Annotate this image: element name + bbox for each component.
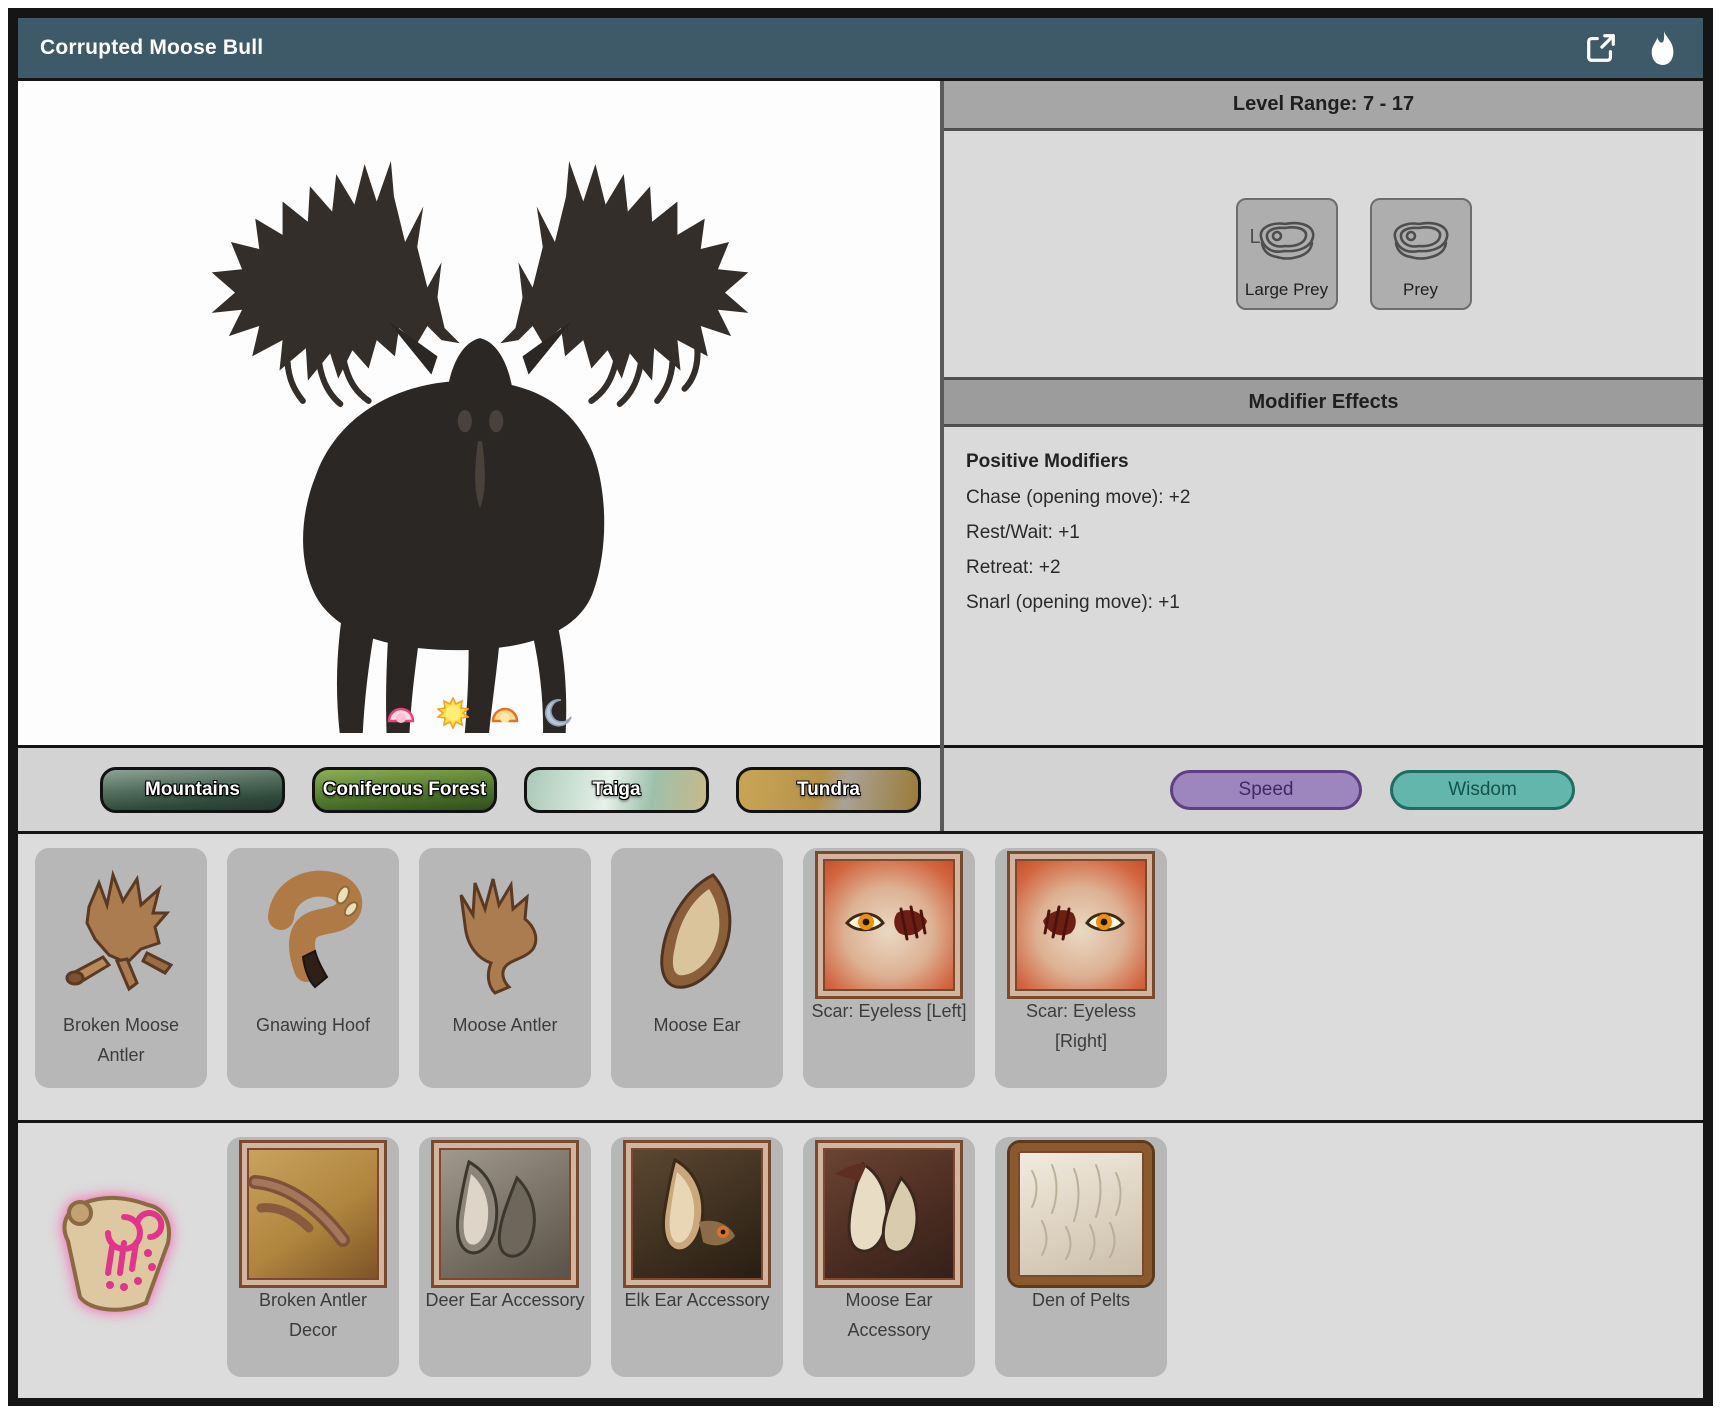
craft-label: Den of Pelts [1026,1285,1136,1315]
gnawing-hoof-icon [243,852,383,1010]
modifier-line: Retreat: +2 [966,557,1681,579]
biome-button-mountains[interactable]: Mountains [100,767,285,813]
prey-button[interactable]: Prey [1370,198,1472,310]
drops-row: Broken Moose Antler Gnawing Hoof Moose A… [18,834,1703,1120]
drop-label: Gnawing Hoof [250,1010,376,1040]
level-range-header: Level Range: 7 - 17 [944,81,1703,131]
biome-button-taiga[interactable]: Taiga [524,767,709,813]
large-prey-button[interactable]: L Large Prey [1236,198,1338,310]
modifier-line: Chase (opening move): +2 [966,487,1681,509]
drop-label: Scar: Eyeless [Right] [995,996,1167,1056]
sunset-icon [489,697,521,729]
craft-label: Elk Ear Accessory [618,1285,775,1315]
drop-card-broken-moose-antler[interactable]: Broken Moose Antler [35,848,207,1088]
drop-card-moose-ear[interactable]: Moose Ear [611,848,783,1088]
drop-label: Moose Antler [446,1010,563,1040]
drop-card-scar-eyeless-right[interactable]: Scar: Eyeless [Right] [995,848,1167,1088]
drop-label: Moose Ear [647,1010,746,1040]
scar-eyeless-left-image [818,854,960,996]
page-title: Corrupted Moose Bull [40,36,263,60]
prey-size-area: L Large Prey [944,131,1703,377]
craft-card-deer-ear-accessory[interactable]: Deer Ear Accessory [419,1137,591,1377]
craft-label: Moose Ear Accessory [803,1285,975,1345]
craft-card-den-of-pelts[interactable]: Den of Pelts [995,1137,1167,1377]
moose-ear-icon [627,852,767,1010]
biome-label: Tundra [797,779,860,801]
steak-icon [1372,216,1470,268]
modifier-effects-header: Modifier Effects [944,377,1703,427]
craft-label: Broken Antler Decor [227,1285,399,1345]
glowing-scroll-icon[interactable] [46,1181,196,1321]
elk-ear-accessory-image [626,1143,768,1285]
biome-row: Mountains Coniferous Forest Taiga Tundra [18,748,940,831]
sun-icon [437,697,469,729]
sunrise-icon [385,697,417,729]
drop-card-gnawing-hoof[interactable]: Gnawing Hoof [227,848,399,1088]
modifier-line: Snarl (opening move): +1 [966,592,1681,614]
biome-label: Coniferous Forest [323,779,487,801]
stat-button-wisdom[interactable]: Wisdom [1390,770,1575,810]
flame-icon[interactable] [1645,30,1681,66]
craft-card-elk-ear-accessory[interactable]: Elk Ear Accessory [611,1137,783,1377]
npc-stats-panel: Level Range: 7 - 17 L Large Prey [944,81,1703,745]
npc-illustration-panel [18,81,940,745]
corrupted-moose-illustration [150,85,810,733]
biome-button-coniferous-forest[interactable]: Coniferous Forest [312,767,497,813]
moon-icon [541,697,573,729]
craft-label: Deer Ear Accessory [419,1285,590,1315]
titlebar-icons [1583,30,1681,66]
npc-info-page: Corrupted Moose Bull [0,0,1721,1414]
drop-card-moose-antler[interactable]: Moose Antler [419,848,591,1088]
stat-button-speed[interactable]: Speed [1170,770,1362,810]
den-of-pelts-image [1010,1143,1152,1285]
moose-ear-accessory-image [818,1143,960,1285]
drop-label: Broken Moose Antler [35,1010,207,1070]
steak-icon [1238,216,1336,268]
broken-moose-antler-icon [51,852,191,1010]
active-times-row [18,697,940,729]
scar-eyeless-right-image [1010,854,1152,996]
crafting-row: Broken Antler Decor Deer Ear Accessory [18,1123,1703,1398]
external-link-icon[interactable] [1583,30,1619,66]
biome-label: Taiga [592,779,640,801]
deer-ear-accessory-image [434,1143,576,1285]
modifier-effects-content: Positive Modifiers Chase (opening move):… [944,427,1703,651]
broken-antler-decor-image [242,1143,384,1285]
stat-row: Speed Wisdom [944,748,1703,831]
craft-card-broken-antler-decor[interactable]: Broken Antler Decor [227,1137,399,1377]
positive-modifiers-title: Positive Modifiers [966,451,1681,473]
prey-button-label: Large Prey [1245,280,1328,300]
biome-button-tundra[interactable]: Tundra [736,767,921,813]
drop-label: Scar: Eyeless [Left] [805,996,972,1026]
drop-card-scar-eyeless-left[interactable]: Scar: Eyeless [Left] [803,848,975,1088]
biome-label: Mountains [145,779,240,801]
moose-antler-icon [435,852,575,1010]
prey-button-label: Prey [1403,280,1438,300]
modifier-line: Rest/Wait: +1 [966,522,1681,544]
craft-card-moose-ear-accessory[interactable]: Moose Ear Accessory [803,1137,975,1377]
titlebar: Corrupted Moose Bull [18,18,1703,78]
